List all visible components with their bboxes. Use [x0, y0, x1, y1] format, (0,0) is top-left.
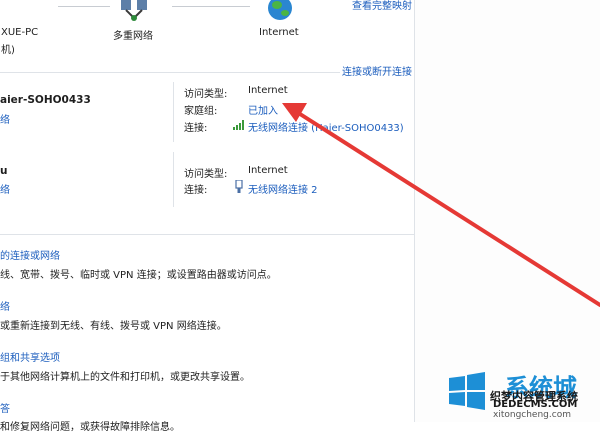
- network-name: u: [0, 165, 8, 177]
- connect-disconnect-link[interactable]: 连接或断开连接: [342, 63, 412, 78]
- usb-adapter-icon: [235, 180, 243, 193]
- windows-logo-icon: [449, 372, 485, 410]
- right-blank-area: [415, 0, 600, 422]
- troubleshoot-desc: 和修复网络问题，或获得故障排除信息。: [0, 422, 180, 433]
- connect-to-network-desc: 或重新连接到无线、有线、拨号或 VPN 网络连接。: [0, 321, 227, 332]
- access-type-value: Internet: [248, 165, 288, 176]
- troubleshoot-link[interactable]: 答: [0, 400, 10, 415]
- access-type-value: Internet: [248, 85, 288, 96]
- pc-label: XUE-PC: [1, 27, 39, 38]
- network-name: aier-SOHO0433: [0, 94, 91, 106]
- homegroup-sharing-link[interactable]: 组和共享选项: [0, 349, 60, 364]
- access-type-label: 访问类型:: [184, 89, 228, 100]
- watermark: 系统城 织梦内容管理系统 DEDECMS.COM xitongcheng.com: [445, 366, 600, 422]
- setup-connection-link[interactable]: 的连接或网络: [0, 247, 60, 262]
- multi-network-label: 多重网络: [113, 31, 153, 42]
- network-divider: [173, 152, 174, 207]
- wifi-signal-icon: [233, 120, 244, 130]
- section-divider-top: [0, 72, 340, 73]
- pane-divider: [414, 0, 415, 422]
- network-type-link[interactable]: 络: [0, 111, 10, 126]
- internet-globe-icon[interactable]: [266, 0, 296, 22]
- network-map: XUE-PC 机) 多重网络 Internet: [0, 0, 415, 60]
- connection-label: 连接:: [184, 123, 208, 134]
- section-divider-tasks: [0, 234, 415, 235]
- homegroup-joined-link[interactable]: 已加入: [248, 102, 278, 117]
- setup-connection-desc: 线、宽带、拨号、临时或 VPN 连接；或设置路由器或访问点。: [0, 270, 277, 281]
- wireless-connection-link[interactable]: 无线网络连接 (Haier-SOHO0433): [248, 119, 404, 134]
- access-type-label: 访问类型:: [184, 169, 228, 180]
- multiple-networks-icon[interactable]: [115, 0, 155, 22]
- watermark-line3: xitongcheng.com: [493, 410, 571, 420]
- network-type-link[interactable]: 络: [0, 181, 10, 196]
- homegroup-label: 家庭组:: [184, 106, 218, 117]
- connect-to-network-link[interactable]: 络: [0, 298, 10, 313]
- internet-label: Internet: [259, 27, 299, 38]
- network-divider: [173, 82, 174, 142]
- map-line-2: [172, 6, 250, 7]
- watermark-line2: DEDECMS.COM: [493, 399, 578, 410]
- pc-label-sub: 机): [1, 45, 15, 56]
- wireless-connection-2-link[interactable]: 无线网络连接 2: [248, 181, 318, 196]
- map-line-1: [58, 6, 110, 7]
- homegroup-sharing-desc: 于其他网络计算机上的文件和打印机，或更改共享设置。: [0, 372, 250, 383]
- connection-label: 连接:: [184, 185, 208, 196]
